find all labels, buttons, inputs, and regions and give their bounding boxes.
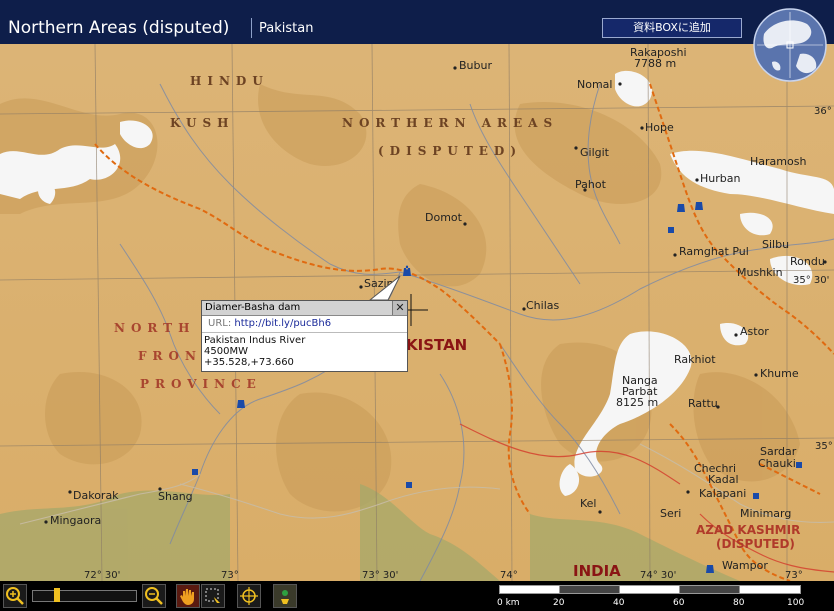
popup-url-link[interactable]: http://bit.ly/pucBh6 [234, 318, 331, 329]
region-title: Northern Areas (disputed) [8, 18, 230, 38]
pin-hurban-2 [695, 202, 703, 210]
info-icon[interactable] [273, 584, 297, 608]
map-view[interactable]: HINDU KUSH NORTHERN AREAS (DISPUTED) NOR… [0, 44, 834, 581]
scale-label-0: 0 km [497, 598, 520, 608]
popup-body: Pakistan Indus River 4500MW +35.528,+73.… [202, 333, 407, 368]
popup-url-label: URL: [208, 318, 232, 329]
country-subtitle[interactable]: Pakistan [259, 21, 313, 36]
title-separator [251, 18, 252, 38]
pin-east-2 [796, 462, 802, 468]
zoom-in-icon[interactable] [3, 584, 27, 608]
toolbar: 0 km 20 40 60 80 100 [0, 581, 834, 609]
scale-seg-3 [619, 585, 681, 594]
map-pins [192, 202, 802, 573]
add-to-box-button[interactable]: 資料BOXに追加 [602, 18, 742, 38]
scale-label-100: 100 [787, 598, 805, 608]
popup-title: Diamer-Basha dam [205, 302, 301, 313]
scale-seg-2 [559, 585, 621, 594]
pin-wampor [706, 565, 714, 573]
close-icon[interactable]: ✕ [392, 301, 407, 315]
title-bar: Northern Areas (disputed) Pakistan 資料BOX… [0, 0, 834, 45]
popup-pointer [368, 275, 401, 301]
pin-east [668, 227, 674, 233]
scale-bar: 0 km 20 40 60 80 100 [497, 585, 804, 608]
scale-label-80: 80 [733, 598, 745, 608]
popup-line-3: +35.528,+73.660 [204, 357, 294, 368]
markers-layer [44, 66, 827, 573]
crosshair-icon[interactable] [237, 584, 261, 608]
popup-line-1: Pakistan Indus River [204, 335, 306, 346]
popup-line-2: 4500MW [204, 346, 248, 357]
place-dots [44, 66, 827, 524]
pin-shang [192, 469, 198, 475]
scale-label-20: 20 [553, 598, 565, 608]
hand-icon[interactable] [176, 584, 200, 608]
globe-icon[interactable] [752, 4, 828, 86]
scale-label-60: 60 [673, 598, 685, 608]
info-popup[interactable]: Diamer-Basha dam ✕ URL: http://bit.ly/pu… [201, 300, 408, 372]
zoom-slider-handle[interactable] [54, 588, 60, 602]
zoom-out-icon[interactable] [142, 584, 166, 608]
pin-south [406, 482, 412, 488]
scale-seg-5 [739, 585, 801, 594]
scale-label-40: 40 [613, 598, 625, 608]
zoom-slider[interactable] [32, 588, 137, 602]
popup-url-row: URL: http://bit.ly/pucBh6 [202, 316, 407, 333]
scale-seg-4 [679, 585, 741, 594]
pin-kalapani [753, 493, 759, 499]
pin-north-frontier [237, 400, 245, 408]
scale-seg-1 [499, 585, 561, 594]
popup-header: Diamer-Basha dam ✕ [202, 301, 407, 316]
pin-sazin [403, 265, 411, 276]
selection-icon[interactable] [201, 584, 225, 608]
pin-hurban [677, 204, 685, 212]
